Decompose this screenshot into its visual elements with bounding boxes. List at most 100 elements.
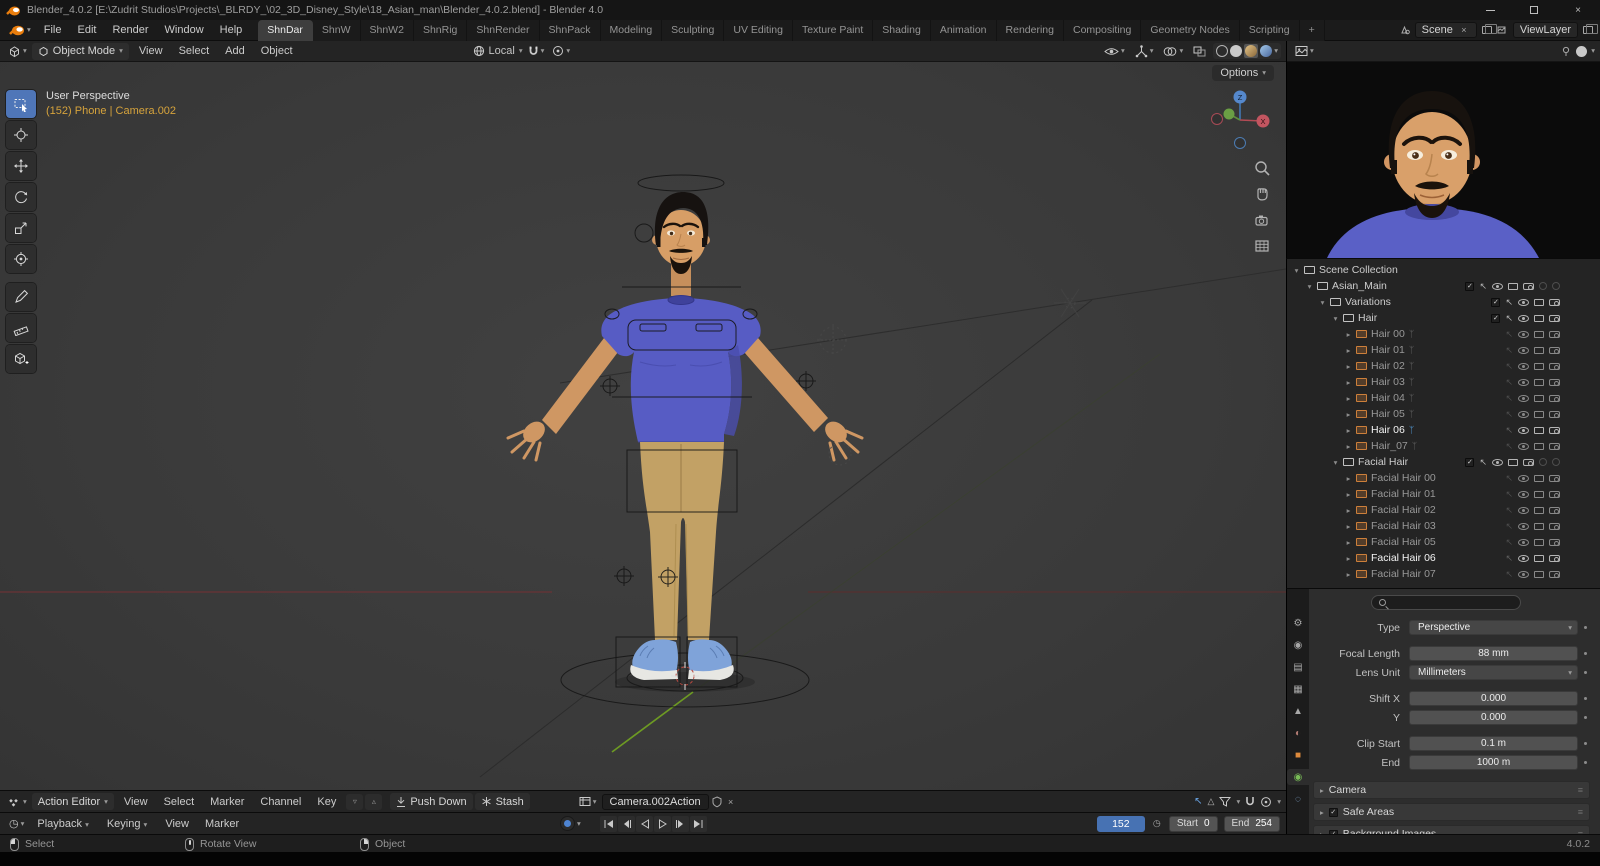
disable-viewport-icon[interactable] <box>1534 474 1544 482</box>
hide-viewport-icon[interactable] <box>1518 538 1529 546</box>
character-pants[interactable] <box>640 442 724 640</box>
disclosure-icon[interactable]: ▸ <box>1343 362 1354 371</box>
tab-shnw2[interactable]: ShnW2 <box>360 19 414 41</box>
outliner-row-scene-collection[interactable]: ▾ Scene Collection ✓ ↖ <box>1287 262 1600 278</box>
outliner-row-hair-05[interactable]: ▸ Hair 05 ᛉ ✓ ↖ <box>1287 406 1600 422</box>
transform-orientation-dropdown[interactable]: Local ▾ <box>473 45 523 57</box>
tab-object-data[interactable]: ◉ <box>1287 769 1309 785</box>
animate-dot-icon[interactable] <box>1578 626 1592 629</box>
disable-viewport-icon[interactable] <box>1534 570 1544 578</box>
action-unlink-toggle[interactable]: ▿ <box>346 793 364 810</box>
disable-viewport-icon[interactable] <box>1534 442 1544 450</box>
disclosure-icon[interactable]: ▸ <box>1320 808 1324 817</box>
disable-render-icon[interactable] <box>1523 458 1534 466</box>
viewlayer-selector[interactable]: ViewLayer <box>1512 22 1578 38</box>
gizmo-neg-z-axis[interactable] <box>1234 137 1246 149</box>
auto-key-button[interactable] <box>560 816 575 831</box>
tab-new-workspace[interactable]: + <box>1299 19 1325 41</box>
pin-icon[interactable] <box>1560 45 1572 57</box>
hide-viewport-icon[interactable] <box>1518 298 1529 306</box>
tab-compositing[interactable]: Compositing <box>1063 19 1142 41</box>
tool-measure[interactable] <box>6 314 36 342</box>
disable-viewport-icon[interactable] <box>1534 410 1544 418</box>
mode-dropdown[interactable]: Object Mode ▾ <box>31 42 129 60</box>
disable-viewport-icon[interactable] <box>1534 426 1544 434</box>
unlink-action-icon[interactable]: × <box>725 796 737 808</box>
hide-viewport-icon[interactable] <box>1492 458 1503 466</box>
shading-material-button[interactable] <box>1244 44 1259 58</box>
navigation-gizmo[interactable]: Z X <box>1208 88 1272 152</box>
hide-viewport-icon[interactable] <box>1518 522 1529 530</box>
selectable-icon[interactable]: ↖ <box>1505 505 1513 515</box>
shading-rendered-button[interactable] <box>1260 45 1273 57</box>
menu-marker[interactable]: Marker <box>197 818 247 830</box>
jump-to-start-button[interactable] <box>600 816 617 832</box>
panel-camera[interactable]: ▸ ✓ Camera ≡ <box>1313 781 1590 799</box>
selectable-icon[interactable]: ↖ <box>1505 537 1513 547</box>
hide-viewport-icon[interactable] <box>1518 474 1529 482</box>
outliner-row-hair-06[interactable]: ▸ Hair 06 ᛉ ✓ ↖ <box>1287 422 1600 438</box>
menu-render[interactable]: Render <box>104 24 156 36</box>
outliner-row-hair-07[interactable]: ▸ Hair_07 ᛉ ✓ ↖ <box>1287 438 1600 454</box>
disable-render-icon[interactable] <box>1549 410 1560 418</box>
tab-shnrig[interactable]: ShnRig <box>413 19 468 41</box>
disable-render-icon[interactable] <box>1523 282 1534 290</box>
animate-dot-icon[interactable] <box>1578 761 1592 764</box>
outliner-row-facial-hair-00[interactable]: ▸ Facial Hair 00 ✓ ↖ <box>1287 470 1600 486</box>
hide-viewport-icon[interactable] <box>1518 426 1529 434</box>
disable-viewport-icon[interactable] <box>1534 490 1544 498</box>
tab-modeling[interactable]: Modeling <box>600 19 663 41</box>
outliner-row-variations[interactable]: ▾ Variations ✓ ↖ <box>1287 294 1600 310</box>
minimize-button[interactable] <box>1468 0 1512 20</box>
disable-render-icon[interactable] <box>1549 362 1560 370</box>
selectable-icon[interactable]: ↖ <box>1505 329 1513 339</box>
scene-selector[interactable]: Scene × <box>1414 22 1477 38</box>
disclosure-icon[interactable]: ▸ <box>1320 786 1324 795</box>
holdout-icon[interactable] <box>1539 282 1547 290</box>
disable-viewport-icon[interactable] <box>1534 522 1544 530</box>
hide-viewport-icon[interactable] <box>1492 282 1503 290</box>
disclosure-icon[interactable]: ▾ <box>1330 458 1341 467</box>
selectable-icon[interactable]: ↖ <box>1505 377 1513 387</box>
disclosure-icon[interactable]: ▸ <box>1343 522 1354 531</box>
overlays-dropdown[interactable]: ▾ <box>1160 43 1186 60</box>
tab-shnrender[interactable]: ShnRender <box>467 19 540 41</box>
collection-checkbox[interactable]: ✓ <box>1465 281 1475 291</box>
holdout-icon[interactable] <box>1539 458 1547 466</box>
hide-viewport-icon[interactable] <box>1518 490 1529 498</box>
tool-select-box[interactable] <box>6 90 36 118</box>
property-field[interactable]: 0.000 ▾ <box>1409 710 1578 725</box>
tab-shnpack[interactable]: ShnPack <box>539 19 601 41</box>
hide-viewport-icon[interactable] <box>1518 362 1529 370</box>
animate-dot-icon[interactable] <box>1578 697 1592 700</box>
menu-window[interactable]: Window <box>157 24 212 36</box>
disable-render-icon[interactable] <box>1549 394 1560 402</box>
start-frame-field[interactable]: Start 0 <box>1168 815 1218 832</box>
next-keyframe-button[interactable] <box>672 816 689 832</box>
tab-shading[interactable]: Shading <box>873 19 931 41</box>
editor-type-button[interactable]: ▾ <box>1292 43 1317 60</box>
tab-shndar[interactable]: ShnDar <box>258 19 313 41</box>
selectable-icon[interactable]: ↖ <box>1479 281 1487 291</box>
panel-safe-areas[interactable]: ▸ ✓ Safe Areas ≡ <box>1313 803 1590 821</box>
property-field[interactable]: 0.000 ▾ <box>1409 691 1578 706</box>
collection-checkbox[interactable]: ✓ <box>1465 457 1475 467</box>
menu-file[interactable]: File <box>36 24 70 36</box>
gizmo-y-axis[interactable] <box>1223 108 1235 120</box>
tab-shnw[interactable]: ShnW <box>312 19 361 41</box>
disable-viewport-icon[interactable] <box>1534 554 1544 562</box>
hide-viewport-icon[interactable] <box>1518 378 1529 386</box>
tab-output[interactable]: ▤ <box>1288 659 1308 675</box>
disable-viewport-icon[interactable] <box>1534 314 1544 322</box>
outliner-row-hair-03[interactable]: ▸ Hair 03 ᛉ ✓ ↖ <box>1287 374 1600 390</box>
selectable-icon[interactable]: ↖ <box>1505 345 1513 355</box>
disable-viewport-icon[interactable] <box>1534 394 1544 402</box>
menu-view[interactable]: View <box>116 796 156 808</box>
disclosure-icon[interactable]: ▸ <box>1343 378 1354 387</box>
disable-render-icon[interactable] <box>1549 378 1560 386</box>
outliner-row-facial-hair-02[interactable]: ▸ Facial Hair 02 ✓ ↖ <box>1287 502 1600 518</box>
disable-render-icon[interactable] <box>1549 506 1560 514</box>
selectable-icon[interactable]: ↖ <box>1505 313 1513 323</box>
outliner-row-facial-hair[interactable]: ▾ Facial Hair ✓ ↖ <box>1287 454 1600 470</box>
menu-view[interactable]: View <box>157 818 197 830</box>
